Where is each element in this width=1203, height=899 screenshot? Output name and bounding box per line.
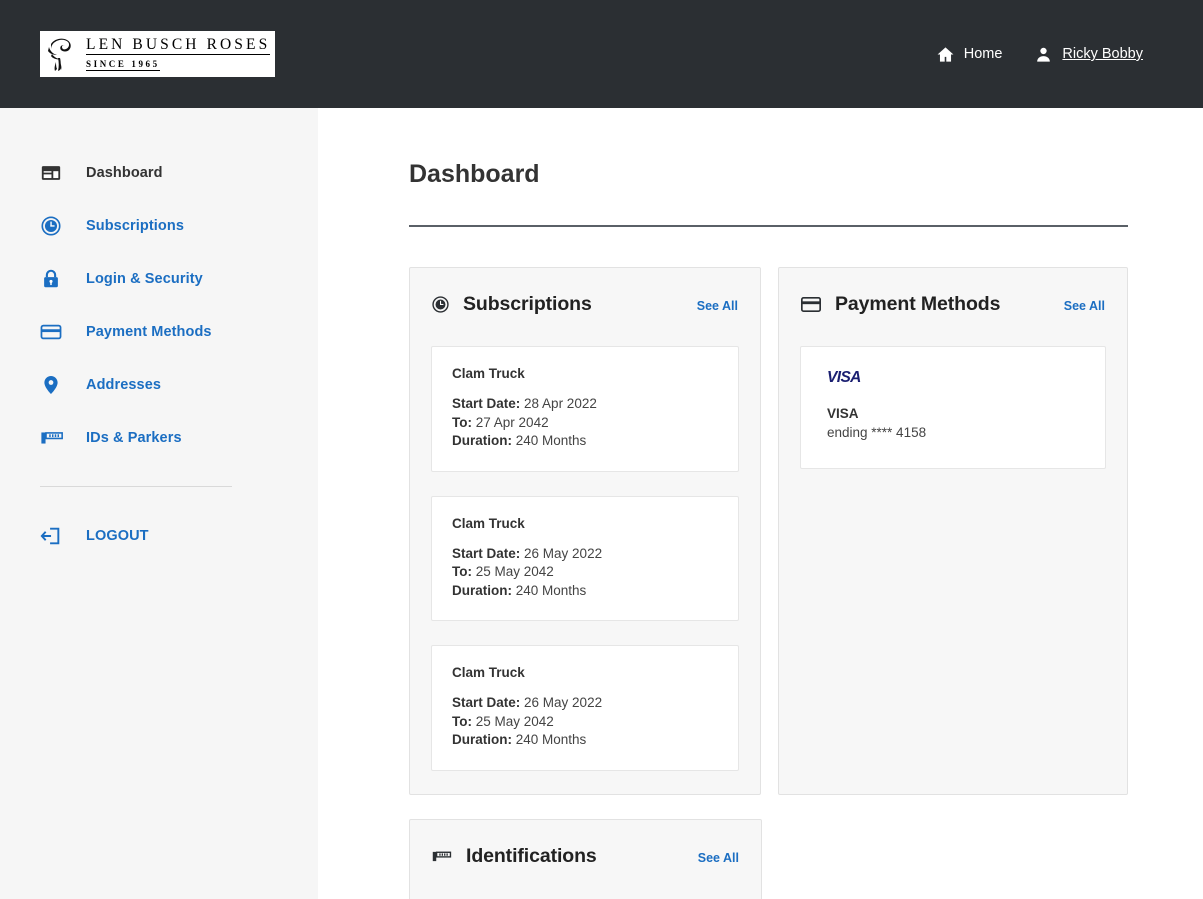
sidebar-divider <box>40 486 232 487</box>
sidebar-item-payment-methods[interactable]: Payment Methods <box>0 305 318 358</box>
logo-line-primary: LEN BUSCH ROSES <box>86 36 271 55</box>
subscription-to-label: To: <box>452 713 472 729</box>
subscription-duration-label: Duration: <box>452 433 512 448</box>
subscription-to-date: To: 25 May 2042 <box>452 713 718 732</box>
subscription-name: Clam Truck <box>452 366 525 381</box>
card-subscriptions: Subscriptions See All Clam Truck Start D… <box>409 267 761 795</box>
card-subscriptions-title: Subscriptions <box>463 293 592 315</box>
dashboard-icon <box>40 162 68 184</box>
card-payment-methods-title: Payment Methods <box>835 293 1001 315</box>
subscription-to-label: To: <box>452 564 472 579</box>
subscription-duration-value: 240 Months <box>515 582 587 598</box>
card-payment-methods: Payment Methods See All VISA VISA ending… <box>778 267 1128 795</box>
card-identifications: Identifications See All <box>409 819 762 899</box>
subscription-to-value: 25 May 2042 <box>475 564 554 579</box>
sidebar-item-addresses[interactable]: Addresses <box>0 358 318 411</box>
card-identifications-body <box>410 868 761 899</box>
subscription-start-date: Start Date: 26 May 2022 <box>452 545 718 564</box>
subscription-start-date: Start Date: 26 May 2022 <box>452 694 718 713</box>
subscription-start-value: 26 May 2022 <box>524 695 603 710</box>
subscription-duration: Duration: 240 Months <box>452 731 718 750</box>
top-navigation: Home Ricky Bobby <box>936 45 1143 64</box>
map-pin-icon <box>40 374 68 396</box>
clock-icon <box>432 296 449 313</box>
subscription-to-value: 27 Apr 2042 <box>475 414 549 430</box>
subscription-item[interactable]: Clam Truck Start Date: 26 May 2022 To: 2… <box>431 645 739 771</box>
nav-user-name: Ricky Bobby <box>1062 46 1143 62</box>
dashboard-cards-row: Subscriptions See All Clam Truck Start D… <box>409 267 1128 795</box>
visa-logo: VISA <box>827 369 861 386</box>
card-identifications-title: Identifications <box>466 845 597 867</box>
subscriptions-see-all-link[interactable]: See All <box>697 299 738 313</box>
subscription-name: Clam Truck <box>452 665 525 680</box>
subscription-start-label: Start Date: <box>452 545 521 561</box>
nav-user-account[interactable]: Ricky Bobby <box>1034 45 1143 64</box>
payment-methods-see-all-link[interactable]: See All <box>1064 299 1105 313</box>
sidebar-navigation: Dashboard Subscriptions Login & Security… <box>0 108 318 899</box>
user-icon <box>1034 45 1053 64</box>
top-header: LEN BUSCH ROSES SINCE 1965 Home Ricky Bo… <box>0 0 1203 108</box>
sidebar-item-payment-methods-label: Payment Methods <box>86 323 212 340</box>
card-identifications-header: Identifications See All <box>410 820 761 868</box>
sidebar-item-ids-parkers-label: IDs & Parkers <box>86 429 182 446</box>
sidebar-item-subscriptions-label: Subscriptions <box>86 217 184 234</box>
subscription-name: Clam Truck <box>452 515 525 531</box>
card-payment-methods-header: Payment Methods See All <box>779 268 1127 316</box>
subscription-to-date: To: 27 Apr 2042 <box>452 414 718 433</box>
subscription-duration-value: 240 Months <box>515 732 587 747</box>
main-content: Dashboard Subscriptions See All Clam Tru… <box>318 108 1203 899</box>
subscription-to-date: To: 25 May 2042 <box>452 563 718 582</box>
subscription-start-value: 26 May 2022 <box>524 545 603 561</box>
subscription-duration: Duration: 240 Months <box>452 432 718 451</box>
payment-method-item[interactable]: VISA VISA ending **** 4158 <box>800 346 1106 469</box>
nav-home[interactable]: Home <box>936 45 1003 64</box>
page-title: Dashboard <box>409 160 540 188</box>
lock-icon <box>40 268 68 290</box>
subscription-start-label: Start Date: <box>452 695 521 710</box>
sidebar-item-logout[interactable]: LOGOUT <box>0 509 318 562</box>
page-body: Dashboard Subscriptions Login & Security… <box>0 108 1203 899</box>
subscription-item[interactable]: Clam Truck Start Date: 26 May 2022 To: 2… <box>431 495 739 621</box>
subscription-to-value: 25 May 2042 <box>475 713 554 729</box>
card-subscriptions-body: Clam Truck Start Date: 28 Apr 2022 To: 2… <box>410 316 760 792</box>
logout-icon <box>40 525 68 547</box>
subscription-duration: Duration: 240 Months <box>452 582 718 601</box>
card-payment-methods-body: VISA VISA ending **** 4158 <box>779 316 1127 490</box>
payment-method-brand: VISA <box>827 406 859 421</box>
subscription-duration-label: Duration: <box>452 582 512 598</box>
subscription-duration-label: Duration: <box>452 732 512 747</box>
card-subscriptions-header: Subscriptions See All <box>410 268 760 316</box>
subscription-duration-value: 240 Months <box>515 433 587 448</box>
home-icon <box>936 45 955 64</box>
parking-gate-icon <box>432 848 452 865</box>
sidebar-item-logout-label: LOGOUT <box>86 527 149 544</box>
payment-method-ending: ending **** 4158 <box>827 425 927 440</box>
nav-home-label: Home <box>963 46 1003 62</box>
sidebar-item-subscriptions[interactable]: Subscriptions <box>0 199 318 252</box>
sidebar-item-dashboard-label: Dashboard <box>86 164 163 181</box>
title-divider <box>409 225 1128 227</box>
sidebar-item-addresses-label: Addresses <box>86 376 162 393</box>
sidebar-item-ids-parkers[interactable]: IDs & Parkers <box>0 411 318 464</box>
credit-card-icon <box>801 296 821 313</box>
logo-line-secondary: SINCE 1965 <box>86 59 160 71</box>
site-logo[interactable]: LEN BUSCH ROSES SINCE 1965 <box>40 31 275 77</box>
subscription-start-value: 28 Apr 2022 <box>524 396 597 411</box>
subscription-start-date: Start Date: 28 Apr 2022 <box>452 395 718 414</box>
sidebar-item-login-security-label: Login & Security <box>86 270 203 287</box>
sidebar-item-dashboard[interactable]: Dashboard <box>0 146 318 199</box>
subscription-item[interactable]: Clam Truck Start Date: 28 Apr 2022 To: 2… <box>431 346 739 472</box>
clock-icon <box>40 215 68 237</box>
logo-wordmark: LEN BUSCH ROSES SINCE 1965 <box>82 36 271 72</box>
credit-card-icon <box>40 321 68 343</box>
identifications-see-all-link[interactable]: See All <box>698 851 739 865</box>
rose-icon <box>44 34 82 74</box>
subscription-to-label: To: <box>452 414 472 430</box>
sidebar-item-login-security[interactable]: Login & Security <box>0 252 318 305</box>
parking-gate-icon <box>40 427 68 449</box>
subscription-start-label: Start Date: <box>452 396 521 411</box>
